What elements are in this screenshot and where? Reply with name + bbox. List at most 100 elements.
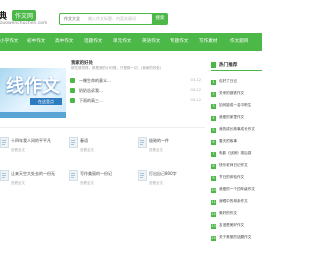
- sidebar-item-label[interactable]: 我眼中的母亲作文: [219, 199, 248, 204]
- nav-item[interactable]: 单元作文: [113, 33, 131, 51]
- article-sub: 查看全文: [11, 148, 25, 152]
- rank-icon: 4: [211, 116, 216, 121]
- document-icon: [138, 137, 147, 148]
- sidebar-item[interactable]: 9 节日的体验作文: [211, 175, 262, 185]
- nav-item[interactable]: 话题作文: [84, 33, 102, 51]
- article-sub: 查看全文: [149, 148, 163, 152]
- article-title[interactable]: 极致的一件: [149, 138, 169, 144]
- rank-icon: 12: [211, 212, 216, 217]
- sidebar-item[interactable]: 7 电影《战狼》观后感: [211, 151, 262, 161]
- hero-strip: [0, 112, 66, 118]
- rank-icon: 10: [211, 188, 216, 193]
- sidebar-item-label[interactable]: 电影《战狼》观后感: [219, 151, 251, 156]
- rank-icon: 14: [211, 236, 216, 241]
- sidebar-item-label[interactable]: 快乐老师日记作文: [219, 163, 248, 168]
- article-card[interactable]: 春语 查看全文: [69, 137, 131, 157]
- sidebar-item-label[interactable]: 春天的故事: [219, 139, 237, 144]
- sidebar-item[interactable]: 4 我爱的家里作文: [211, 115, 262, 125]
- list-item[interactable]: 一棵生命的意义… 03-12: [68, 78, 204, 86]
- article-title[interactable]: 写作美丽的一份记: [80, 171, 112, 177]
- hero-banner[interactable]: 线作文 在这里点: [0, 68, 66, 118]
- rank-icon: 11: [211, 200, 216, 205]
- bullet-icon: [70, 78, 75, 83]
- list-item-title[interactable]: 一棵生命的意义…: [79, 78, 111, 84]
- list-item-date: 03-12: [190, 98, 201, 102]
- document-icon: [0, 170, 9, 181]
- rank-icon: 1: [211, 80, 216, 85]
- sidebar-item-label[interactable]: 我的成长故事成长作文: [219, 127, 255, 132]
- sidebar-header: 热门推荐: [211, 60, 262, 71]
- sidebar-item-label[interactable]: 关来的钢铁作文: [219, 91, 244, 96]
- list-item-date: 03-12: [190, 78, 201, 82]
- sidebar-item[interactable]: 2 关来的钢铁作文: [211, 91, 262, 101]
- sidebar-item[interactable]: 8 快乐老师日记作文: [211, 163, 262, 173]
- article-sub: 查看全文: [149, 181, 163, 185]
- rank-icon: 7: [211, 152, 216, 157]
- sidebar-item[interactable]: 14 关于美丽的话题作文: [211, 235, 262, 245]
- sidebar-item[interactable]: 10 我爱的一个四年级作文: [211, 187, 262, 197]
- hot-desc: 那些我觉得，那是我的小时候，只是那一切，(我家的好处): [71, 66, 162, 70]
- nav-item[interactable]: 小学作文: [0, 33, 18, 51]
- bullet-icon: [70, 88, 75, 93]
- rank-icon: 9: [211, 176, 216, 181]
- sidebar-title: 热门推荐: [219, 63, 238, 68]
- logo-badge: 作文网: [12, 10, 37, 21]
- nav-item[interactable]: 作文题目: [230, 33, 248, 51]
- sidebar-item[interactable]: 6 春天的故事: [211, 139, 262, 149]
- sidebar-item[interactable]: 13 友谊是美好作文: [211, 223, 262, 233]
- rank-icon: 3: [211, 104, 216, 109]
- list-item-title[interactable]: 下雨的高三…: [79, 98, 103, 104]
- sidebar-marker: [211, 62, 216, 68]
- sidebar-item-label[interactable]: 友谊是美好作文: [219, 223, 244, 228]
- rank-icon: 8: [211, 164, 216, 169]
- search-box[interactable]: 作文大全 输入作文标题、内容关键词: [59, 13, 153, 25]
- sidebar-item-label[interactable]: 我爱的家里作文: [219, 115, 244, 120]
- search-category-select[interactable]: 作文大全: [64, 16, 80, 22]
- article-card[interactable]: 十四年我人间的平平凡 查看全文: [0, 137, 62, 157]
- sidebar-item[interactable]: 3 如何能成一名中职生: [211, 103, 262, 113]
- list-item[interactable]: 奶奶告诉我… 03-12: [68, 88, 204, 96]
- document-icon: [69, 137, 78, 148]
- document-icon: [69, 170, 78, 181]
- list-item-title[interactable]: 奶奶告诉我…: [79, 88, 103, 94]
- sidebar-item-label[interactable]: 关于美丽的话题作文: [219, 235, 251, 240]
- article-title[interactable]: 春语: [80, 138, 88, 144]
- article-card[interactable]: 打出自己800字 查看全文: [138, 170, 200, 190]
- site-logo[interactable]: 典 作文网 zuowenchuchen.com: [0, 9, 60, 29]
- nav-item[interactable]: 初中作文: [27, 33, 45, 51]
- rank-icon: 6: [211, 140, 216, 145]
- list-item[interactable]: 下雨的高三… 03-12: [68, 98, 204, 106]
- hero-title: 线作文: [6, 76, 60, 97]
- article-sub: 查看全文: [11, 181, 25, 185]
- sidebar-item-label[interactable]: 美好的作文: [219, 211, 237, 216]
- sidebar-recommend: 热门推荐 1 包好了日记 2 关来的钢铁作文 3 如何能成一名中职生 4 我爱的家里作文…: [211, 60, 262, 268]
- main-nav: 小学作文 初中作文 高中作文 话题作文 单元作文 英语作文 专题作文 写作素材 …: [0, 33, 262, 51]
- nav-item[interactable]: 高中作文: [55, 33, 73, 51]
- article-card[interactable]: 写作美丽的一份记 查看全文: [69, 170, 131, 190]
- search-input[interactable]: 输入作文标题、内容关键词: [88, 16, 136, 22]
- sidebar-item-label[interactable]: 如何能成一名中职生: [219, 103, 251, 108]
- article-title[interactable]: 十四年我人间的平平凡: [11, 138, 51, 144]
- logo-domain: zuowenchuchen.com: [0, 21, 48, 26]
- nav-item[interactable]: 英语作文: [142, 33, 160, 51]
- top-header: 典 作文网 zuowenchuchen.com 作文大全 输入作文标题、内容关键…: [0, 0, 262, 30]
- nav-item[interactable]: 写作素材: [199, 33, 217, 51]
- sidebar-item-label[interactable]: 我爱的一个四年级作文: [219, 187, 255, 192]
- article-card[interactable]: 让来天空大处去的一份无 查看全文: [0, 170, 62, 190]
- sidebar-item[interactable]: 11 我眼中的母亲作文: [211, 199, 262, 209]
- article-title[interactable]: 打出自己800字: [149, 171, 177, 177]
- article-title[interactable]: 让来天空大处去的一份无: [11, 171, 55, 177]
- hero-tag: 在这里点: [30, 98, 62, 105]
- sidebar-item[interactable]: 1 包好了日记: [211, 79, 262, 89]
- sidebar-item-label[interactable]: 包好了日记: [219, 79, 237, 84]
- hot-article-panel: 我家的好处 那些我觉得，那是我的小时候，只是那一切，(我家的好处) 一棵生命的意…: [68, 60, 204, 110]
- search-button[interactable]: 搜索: [152, 13, 168, 25]
- article-card[interactable]: 极致的一件 查看全文: [138, 137, 200, 157]
- sidebar-item[interactable]: 12 美好的作文: [211, 211, 262, 221]
- rank-icon: 13: [211, 224, 216, 229]
- nav-item[interactable]: 专题作文: [170, 33, 188, 51]
- document-icon: [138, 170, 147, 181]
- sidebar-item[interactable]: 5 我的成长故事成长作文: [211, 127, 262, 137]
- list-item-date: 03-12: [190, 88, 201, 92]
- sidebar-item-label[interactable]: 节日的体验作文: [219, 175, 244, 180]
